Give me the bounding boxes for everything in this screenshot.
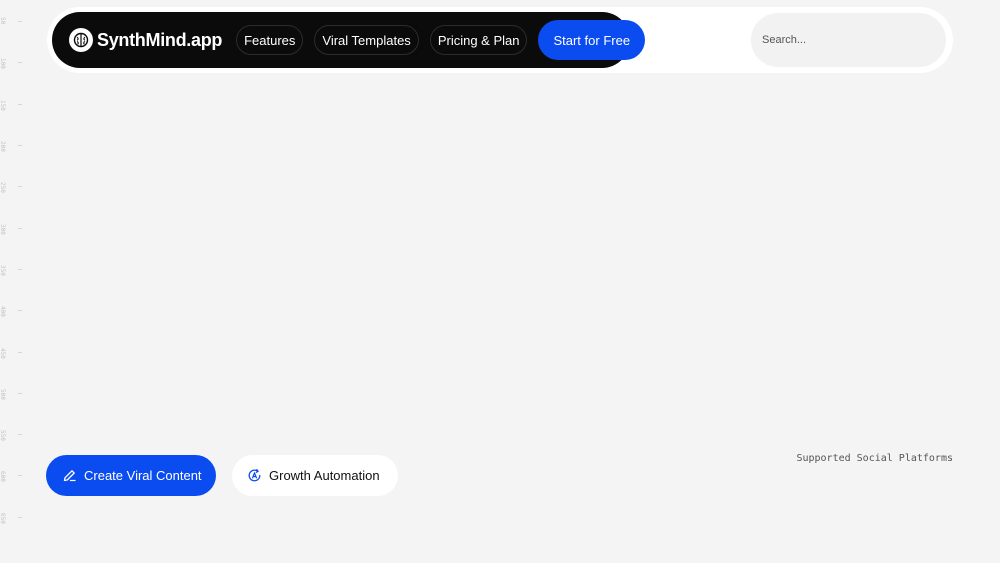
ruler-mark: 250 — [0, 182, 6, 193]
create-viral-content-label: Create Viral Content — [84, 468, 202, 483]
ruler-mark: 450 — [0, 348, 6, 359]
ruler-tick — [18, 62, 22, 63]
main-nav: SynthMind.app Features Viral Templates P… — [52, 12, 646, 68]
ruler-tick — [18, 186, 22, 187]
ruler-mark: 100 — [0, 58, 6, 69]
ruler-mark: 400 — [0, 306, 6, 317]
automation-icon — [247, 468, 262, 483]
vertical-ruler: 50 100 150 200 250 300 350 400 450 500 5… — [0, 0, 24, 563]
ruler-tick — [18, 269, 22, 270]
search-input[interactable] — [751, 13, 946, 67]
growth-automation-button[interactable]: Growth Automation — [232, 455, 398, 496]
top-bar: SynthMind.app Features Viral Templates P… — [47, 7, 953, 73]
nav-viral-templates[interactable]: Viral Templates — [314, 25, 419, 55]
ruler-tick — [18, 310, 22, 311]
ruler-tick — [18, 517, 22, 518]
pencil-icon — [62, 468, 77, 483]
nav-features[interactable]: Features — [236, 25, 304, 55]
ruler-tick — [18, 475, 22, 476]
ruler-tick — [18, 145, 22, 146]
create-viral-content-button[interactable]: Create Viral Content — [46, 455, 216, 496]
ruler-mark: 600 — [0, 471, 6, 482]
ruler-mark: 300 — [0, 224, 6, 235]
brand-name: SynthMind.app — [97, 29, 223, 50]
ruler-tick — [18, 352, 22, 353]
ruler-mark: 50 — [0, 17, 6, 25]
nav-pricing-plan[interactable]: Pricing & Plan — [429, 25, 528, 55]
start-for-free-button[interactable]: Start for Free — [538, 20, 646, 60]
ruler-mark: 200 — [0, 141, 6, 152]
ruler-mark: 500 — [0, 389, 6, 400]
ruler-tick — [18, 228, 22, 229]
growth-automation-label: Growth Automation — [269, 468, 380, 483]
brain-icon — [69, 28, 93, 52]
supported-platforms-label: Supported Social Platforms — [796, 453, 953, 464]
ruler-tick — [18, 393, 22, 394]
ruler-mark: 550 — [0, 430, 6, 441]
ruler-mark: 650 — [0, 513, 6, 524]
ruler-mark: 150 — [0, 100, 6, 111]
ruler-tick — [18, 434, 22, 435]
ruler-mark: 350 — [0, 265, 6, 276]
brand-logo[interactable]: SynthMind.app — [69, 28, 222, 52]
ruler-tick — [18, 21, 22, 22]
page: 50 100 150 200 250 300 350 400 450 500 5… — [0, 0, 1000, 563]
ruler-tick — [18, 104, 22, 105]
